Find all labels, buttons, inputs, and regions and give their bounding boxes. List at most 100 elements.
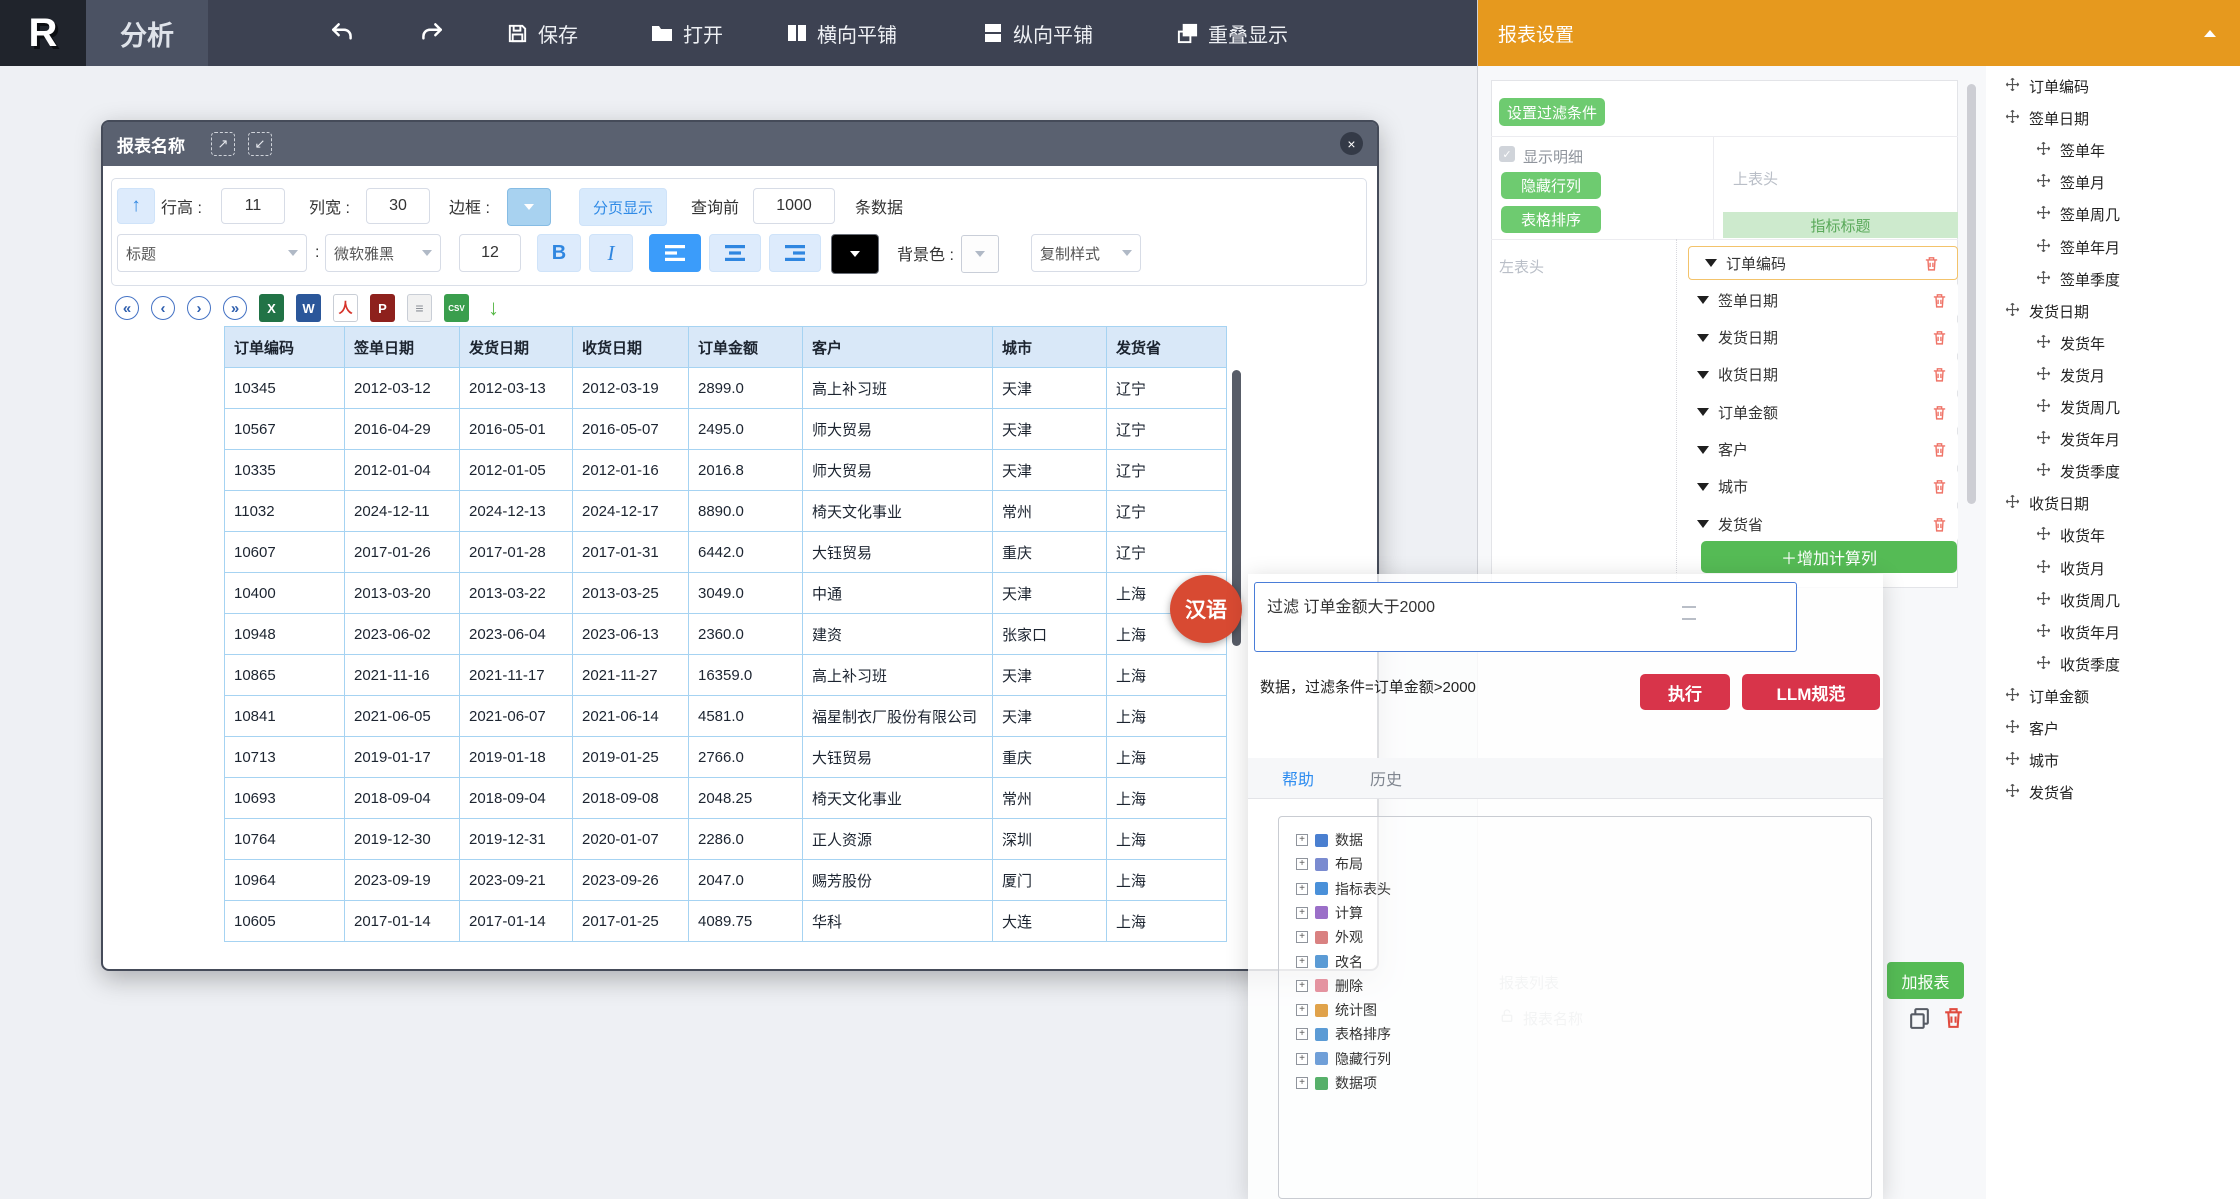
window-restore-icon[interactable]: ↙ — [248, 132, 272, 156]
table-row[interactable]: 107132019-01-172019-01-182019-01-252766.… — [225, 737, 1227, 778]
bold-button[interactable]: B — [537, 234, 581, 272]
tree-item[interactable]: +布局 — [1296, 854, 1363, 874]
tree-expand-icon[interactable]: + — [1296, 907, 1308, 919]
column-header[interactable]: 签单日期 — [345, 327, 460, 368]
tree-item[interactable]: +表格排序 — [1296, 1024, 1391, 1044]
table-row[interactable]: 106072017-01-262017-01-282017-01-316442.… — [225, 532, 1227, 573]
delete-field-icon[interactable] — [1931, 478, 1948, 495]
source-field-item[interactable]: 收货年月 — [2036, 622, 2120, 643]
table-row[interactable]: 106052017-01-142017-01-142017-01-254089.… — [225, 901, 1227, 942]
col-width-input[interactable]: 30 — [366, 188, 430, 224]
align-center-button[interactable] — [709, 234, 761, 272]
delete-field-icon[interactable] — [1931, 516, 1948, 533]
table-row[interactable]: 103352012-01-042012-01-052012-01-162016.… — [225, 450, 1227, 491]
copy-report-icon[interactable] — [1907, 1006, 1932, 1036]
delete-field-icon[interactable] — [1931, 366, 1948, 383]
source-field-item[interactable]: 收货年 — [2036, 525, 2105, 546]
font-size-input[interactable]: 12 — [459, 234, 521, 272]
add-calc-column-button[interactable]: ＋增加计算列 — [1701, 541, 1957, 573]
metric-field-item[interactable]: 订单金额 — [1688, 395, 1958, 429]
export-pdf-icon[interactable]: 人 — [333, 294, 358, 322]
tree-expand-icon[interactable]: + — [1296, 1077, 1308, 1089]
add-report-button[interactable]: 加报表 — [1887, 962, 1964, 999]
source-field-item[interactable]: 发货年 — [2036, 333, 2105, 354]
column-header[interactable]: 发货日期 — [460, 327, 573, 368]
undo-button[interactable] — [330, 0, 356, 66]
source-field-item[interactable]: 发货季度 — [2036, 461, 2120, 482]
table-row[interactable]: 103452012-03-122012-03-132012-03-192899.… — [225, 368, 1227, 409]
tree-item[interactable]: +外观 — [1296, 927, 1363, 947]
export-text-icon[interactable]: ≡ — [407, 294, 432, 322]
query-limit-input[interactable]: 1000 — [753, 188, 835, 224]
field-dropdown-icon[interactable] — [1697, 371, 1709, 379]
field-dropdown-icon[interactable] — [1697, 446, 1709, 454]
tree-expand-icon[interactable]: + — [1296, 883, 1308, 895]
column-header[interactable]: 收货日期 — [573, 327, 689, 368]
tree-item[interactable]: +删除 — [1296, 976, 1363, 996]
print-icon[interactable]: P — [370, 294, 395, 322]
table-row[interactable]: 107642019-12-302019-12-312020-01-072286.… — [225, 819, 1227, 860]
table-row[interactable]: 105672016-04-292016-05-012016-05-072495.… — [225, 409, 1227, 450]
resize-grip-icon[interactable] — [1682, 606, 1696, 620]
window-close-button[interactable]: × — [1340, 132, 1363, 155]
tree-item[interactable]: +数据 — [1296, 830, 1363, 850]
delete-field-icon[interactable] — [1923, 255, 1940, 272]
overlap-windows-button[interactable]: 重叠显示 — [1176, 0, 1288, 66]
tab-history[interactable]: 历史 — [1370, 766, 1402, 790]
tree-item[interactable]: +改名 — [1296, 952, 1363, 972]
field-dropdown-icon[interactable] — [1697, 520, 1709, 528]
table-row[interactable]: 109642023-09-192023-09-212023-09-262047.… — [225, 860, 1227, 901]
source-field-item[interactable]: 收货周几 — [2036, 590, 2120, 611]
tree-expand-icon[interactable]: + — [1296, 956, 1308, 968]
column-header[interactable]: 订单金额 — [689, 327, 803, 368]
set-filter-button[interactable]: 设置过滤条件 — [1499, 98, 1605, 126]
redo-button[interactable] — [418, 0, 444, 66]
table-row[interactable]: 104002013-03-202013-03-222013-03-253049.… — [225, 573, 1227, 614]
hide-rows-cols-button[interactable]: 隐藏行列 — [1501, 172, 1601, 199]
source-field-item[interactable]: 订单金额 — [2005, 686, 2089, 707]
border-style-dropdown[interactable] — [507, 188, 551, 226]
source-field-item[interactable]: 发货月 — [2036, 365, 2105, 386]
font-color-dropdown[interactable] — [831, 234, 879, 274]
tree-expand-icon[interactable]: + — [1296, 1053, 1308, 1065]
panel-scrollbar[interactable] — [1967, 84, 1976, 504]
source-field-item[interactable]: 发货年月 — [2036, 429, 2120, 450]
font-family-select[interactable]: 微软雅黑 — [325, 234, 441, 272]
table-sort-button[interactable]: 表格排序 — [1501, 206, 1601, 233]
tree-expand-icon[interactable]: + — [1296, 858, 1308, 870]
paging-toggle-button[interactable]: 分页显示 — [579, 188, 667, 226]
show-detail-checkbox[interactable]: ✓ — [1499, 146, 1515, 162]
metric-field-item[interactable]: 客户 — [1688, 433, 1958, 467]
align-left-button[interactable] — [649, 234, 701, 272]
open-button[interactable]: 打开 — [650, 0, 723, 66]
tree-item[interactable]: +数据项 — [1296, 1073, 1377, 1093]
window-title-bar[interactable]: 报表名称 ↗ ↙ — [103, 122, 1377, 166]
window-expand-icon[interactable]: ↗ — [211, 132, 235, 156]
source-field-item[interactable]: 签单季度 — [2036, 269, 2120, 290]
language-badge[interactable]: 汉语 — [1170, 575, 1242, 643]
tree-expand-icon[interactable]: + — [1296, 931, 1308, 943]
metric-field-item[interactable]: 收货日期 — [1688, 358, 1958, 392]
table-row[interactable]: 108412021-06-052021-06-072021-06-144581.… — [225, 696, 1227, 737]
export-excel-icon[interactable]: X — [259, 294, 284, 322]
source-field-item[interactable]: 收货日期 — [2005, 493, 2089, 514]
delete-field-icon[interactable] — [1931, 329, 1948, 346]
save-button[interactable]: 保存 — [506, 0, 578, 66]
download-icon[interactable]: ↓ — [481, 294, 506, 322]
source-field-item[interactable]: 发货周几 — [2036, 397, 2120, 418]
tree-expand-icon[interactable]: + — [1296, 834, 1308, 846]
first-page-icon[interactable]: « — [115, 296, 139, 320]
source-field-item[interactable]: 收货季度 — [2036, 654, 2120, 675]
source-field-item[interactable]: 客户 — [2005, 718, 2059, 739]
tree-item[interactable]: +统计图 — [1296, 1000, 1377, 1020]
metric-field-item[interactable]: 发货省 — [1688, 507, 1958, 541]
tree-item[interactable]: +指标表头 — [1296, 879, 1391, 899]
source-field-item[interactable]: 签单年 — [2036, 140, 2105, 161]
metric-field-item[interactable]: 订单编码 — [1688, 246, 1958, 280]
column-header[interactable]: 订单编码 — [225, 327, 345, 368]
column-header[interactable]: 城市 — [993, 327, 1107, 368]
source-field-item[interactable]: 发货省 — [2005, 782, 2074, 803]
metric-field-item[interactable]: 签单日期 — [1688, 283, 1958, 317]
export-csv-icon[interactable]: CSV — [444, 294, 469, 322]
table-row[interactable]: 106932018-09-042018-09-042018-09-082048.… — [225, 778, 1227, 819]
